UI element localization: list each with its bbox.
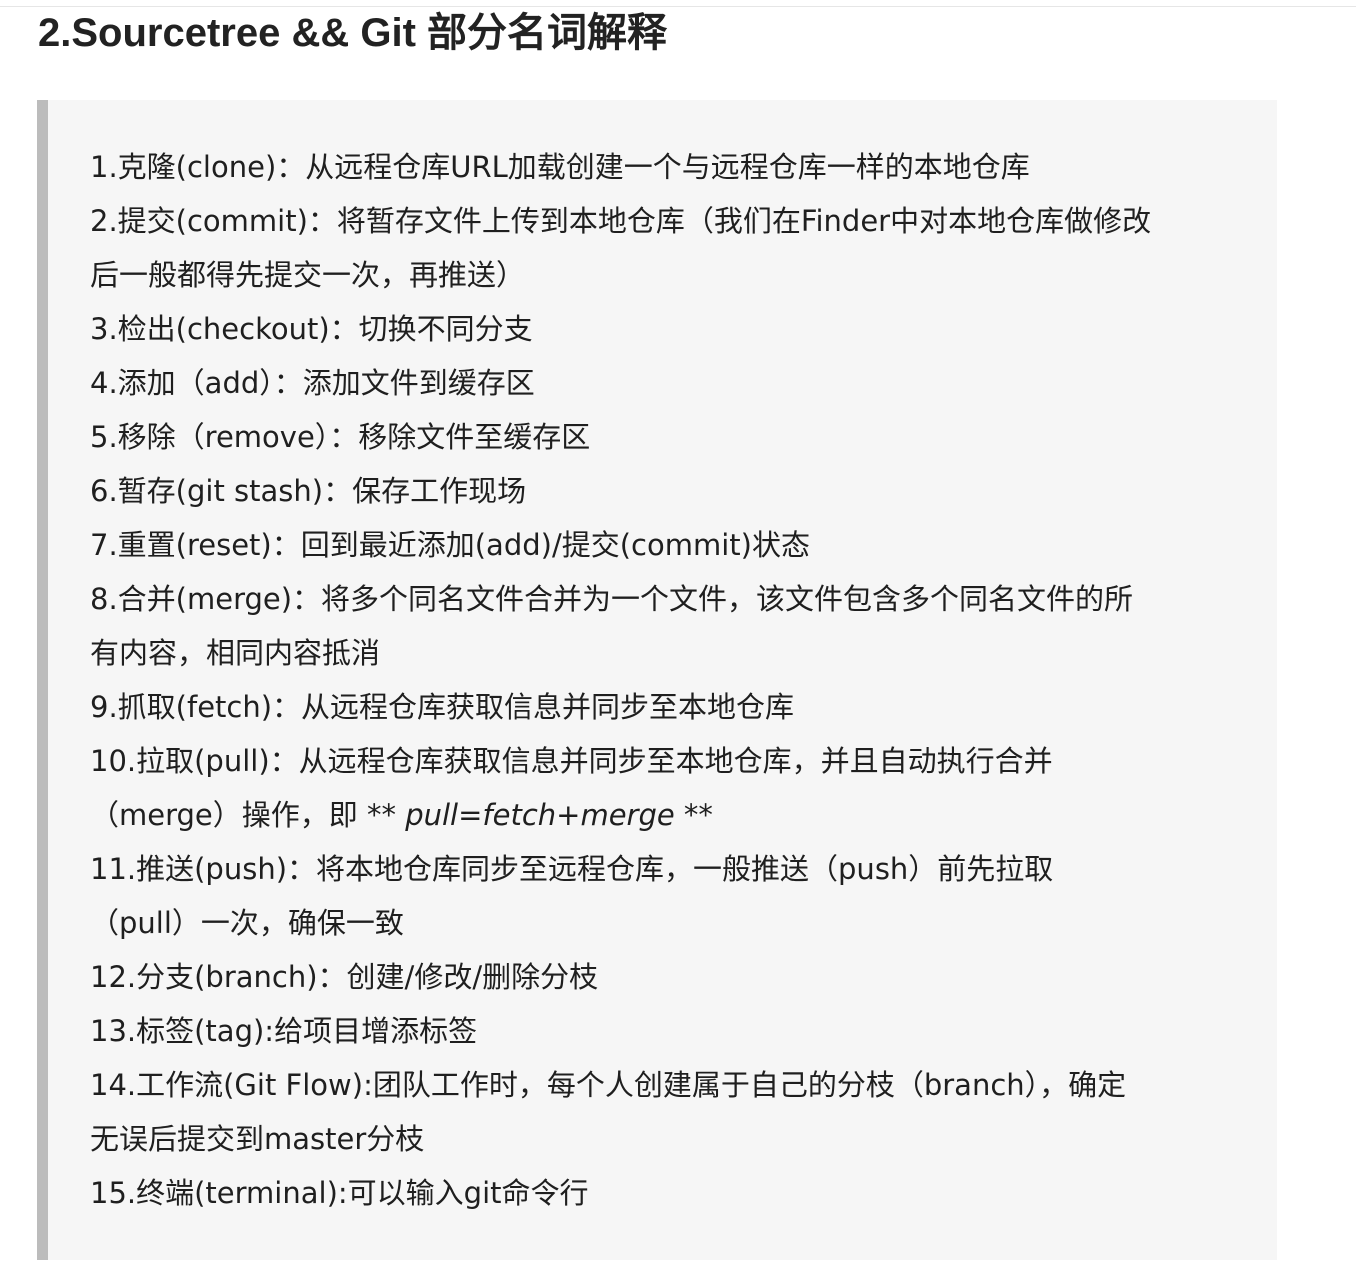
- term-line-mixed: （merge）操作，即 ** pull=fetch+merge **: [90, 788, 1249, 842]
- blockquote: 1.克隆(clone)：从远程仓库URL加载创建一个与远程仓库一样的本地仓库 2…: [37, 100, 1277, 1260]
- term-line: 14.工作流(Git Flow):团队工作时，每个人创建属于自己的分枝（bran…: [90, 1068, 1127, 1102]
- term-text: **: [674, 798, 713, 832]
- term-line: （pull）一次，确保一致: [90, 906, 404, 940]
- term-line: 10.拉取(pull)：从远程仓库获取信息并同步至本地仓库，并且自动执行合并: [90, 744, 1053, 778]
- term-line: 12.分支(branch)：创建/修改/删除分枝: [90, 960, 599, 994]
- term-line: 无误后提交到master分枝: [90, 1122, 425, 1156]
- term-line: 2.提交(commit)：将暂存文件上传到本地仓库（我们在Finder中对本地仓…: [90, 204, 1152, 238]
- term-line: 6.暂存(git stash)：保存工作现场: [90, 474, 527, 508]
- term-line: 15.终端(terminal):可以输入git命令行: [90, 1176, 589, 1210]
- section-heading: 2.Sourcetree && Git 部分名词解释: [38, 11, 668, 55]
- term-line: 13.标签(tag):给项目增添标签: [90, 1014, 478, 1048]
- term-line: 3.检出(checkout)：切换不同分支: [90, 312, 533, 346]
- term-list: 1.克隆(clone)：从远程仓库URL加载创建一个与远程仓库一样的本地仓库 2…: [90, 140, 1249, 1220]
- term-line: 11.推送(push)：将本地仓库同步至远程仓库，一般推送（push）前先拉取: [90, 852, 1054, 886]
- term-line: 有内容，相同内容抵消: [90, 636, 381, 670]
- term-line: 4.添加（add）：添加文件到缓存区: [90, 366, 535, 400]
- term-text: （merge）操作，即 **: [90, 798, 406, 832]
- term-line: 8.合并(merge)：将多个同名文件合并为一个文件，该文件包含多个同名文件的所: [90, 582, 1134, 616]
- term-line: 7.重置(reset)：回到最近添加(add)/提交(commit)状态: [90, 528, 810, 562]
- term-line: 后一般都得先提交一次，再推送）: [90, 258, 526, 292]
- term-emphasis: pull=fetch+merge: [405, 798, 675, 832]
- term-line: 1.克隆(clone)：从远程仓库URL加载创建一个与远程仓库一样的本地仓库: [90, 150, 1030, 184]
- term-line: 9.抓取(fetch)：从远程仓库获取信息并同步至本地仓库: [90, 690, 795, 724]
- term-line: 5.移除（remove）：移除文件至缓存区: [90, 420, 591, 454]
